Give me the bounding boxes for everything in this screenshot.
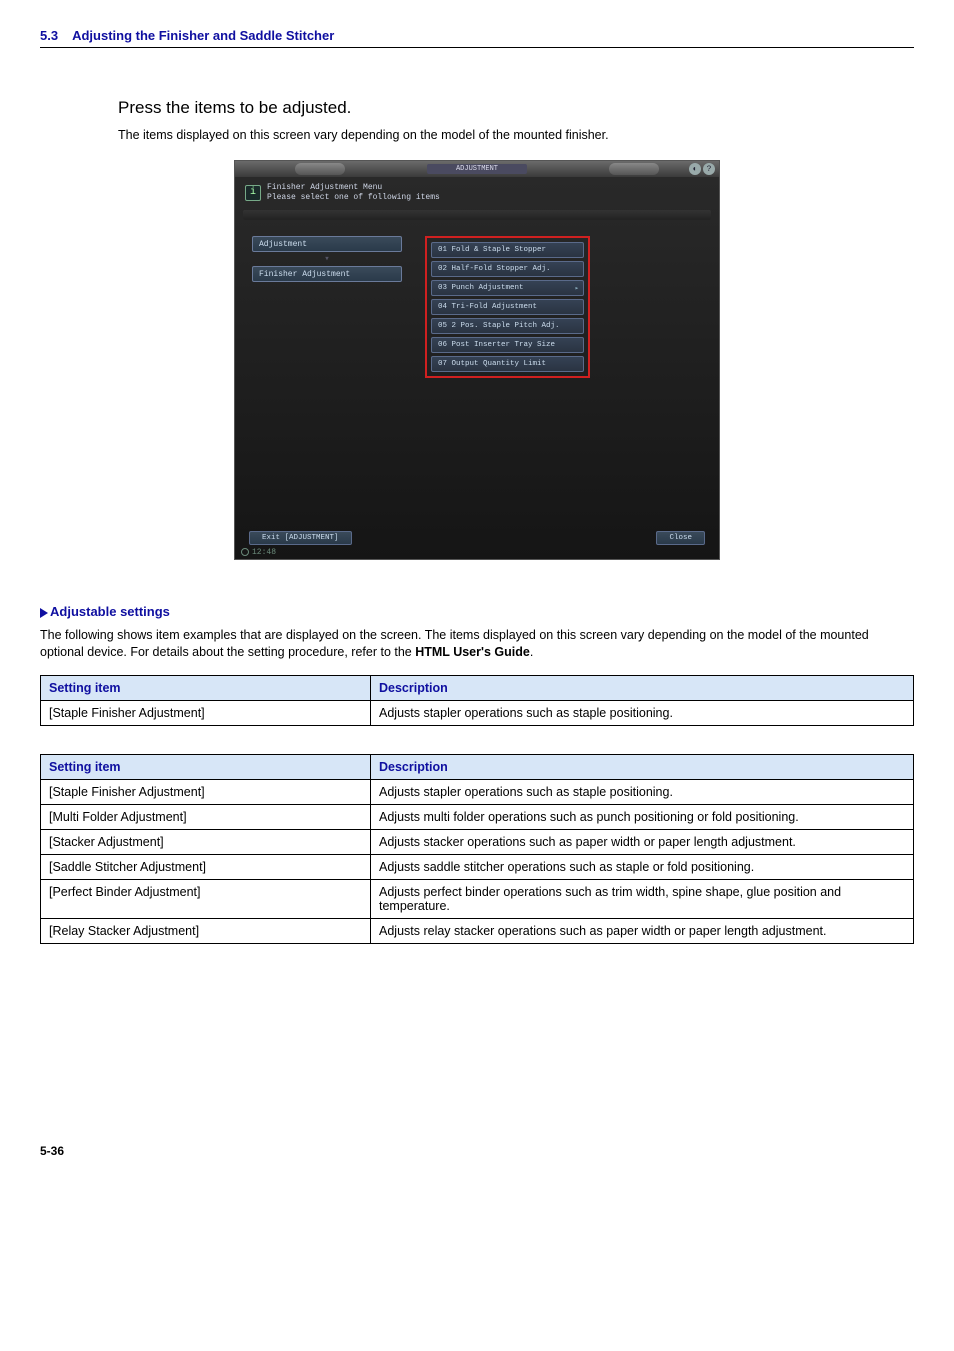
para-bold: HTML User's Guide [415,645,530,659]
ss-info-text: Finisher Adjustment Menu Please select o… [267,183,440,202]
menu-item-label: 02 Half-Fold Stopper Adj. [438,265,551,273]
menu-item-02[interactable]: 02 Half-Fold Stopper Adj. [431,261,584,277]
ss-clock: 12:48 [241,548,276,557]
close-button[interactable]: Close [656,531,705,545]
table-row: [Staple Finisher Adjustment] Adjusts sta… [41,779,914,804]
ss-titlebar: ADJUSTMENT ◐ ? [235,161,719,177]
cell-item: [Relay Stacker Adjustment] [41,918,371,943]
menu-item-04[interactable]: 04 Tri-Fold Adjustment [431,299,584,315]
nav-adjustment[interactable]: Adjustment [252,236,402,252]
cell-item: [Stacker Adjustment] [41,829,371,854]
ss-right-panel: 01 Fold & Staple Stopper 02 Half-Fold St… [425,236,707,378]
cell-item: [Saddle Stitcher Adjustment] [41,854,371,879]
cell-desc: Adjusts multi folder operations such as … [371,804,914,829]
ss-body: Adjustment ▾ Finisher Adjustment 01 Fold… [235,236,719,378]
table1-header-desc: Description [371,675,914,700]
ss-info-line1: Finisher Adjustment Menu [267,183,440,193]
ss-info-line2: Please select one of following items [267,193,440,203]
cell-desc: Adjusts saddle stitcher operations such … [371,854,914,879]
adjustable-settings-heading: Adjustable settings [40,604,914,619]
adjustable-settings-para: The following shows item examples that a… [40,627,914,661]
adjustment-screenshot: ADJUSTMENT ◐ ? i Finisher Adjustment Men… [234,160,720,560]
menu-item-label: 07 Output Quantity Limit [438,360,546,368]
table2-header-item: Setting item [41,754,371,779]
help-icon[interactable]: ? [703,163,715,175]
cell-desc: Adjusts perfect binder operations such a… [371,879,914,918]
page-header: 5.3 Adjusting the Finisher and Saddle St… [40,0,914,48]
cell-item: [Multi Folder Adjustment] [41,804,371,829]
para-text-2: . [530,645,533,659]
page-content: Press the items to be adjusted. The item… [40,48,914,1188]
table2-header-desc: Description [371,754,914,779]
ss-menu-highlight: 01 Fold & Staple Stopper 02 Half-Fold St… [425,236,590,378]
ss-titlebar-label: ADJUSTMENT [427,164,527,174]
chevron-down-icon: ▾ [324,256,329,262]
screenshot-container: ADJUSTMENT ◐ ? i Finisher Adjustment Men… [40,160,914,560]
table1-header-item: Setting item [41,675,371,700]
ss-titlebar-decor-right [609,163,659,175]
cell-item: [Staple Finisher Adjustment] [41,700,371,725]
menu-item-01[interactable]: 01 Fold & Staple Stopper [431,242,584,258]
ss-titlebar-decor-left [295,163,345,175]
menu-item-label: 06 Post Inserter Tray Size [438,341,555,349]
table-row: [Saddle Stitcher Adjustment] Adjusts sad… [41,854,914,879]
menu-item-label: 05 2 Pos. Staple Pitch Adj. [438,322,560,330]
menu-item-03[interactable]: 03 Punch Adjustment ▸ [431,280,584,296]
table-row: [Multi Folder Adjustment] Adjusts multi … [41,804,914,829]
clock-icon [241,548,249,556]
ss-footer: Exit [ADJUSTMENT] Close [235,531,719,545]
info-icon: i [245,185,261,201]
menu-item-06[interactable]: 06 Post Inserter Tray Size [431,337,584,353]
speaker-icon[interactable]: ◐ [689,163,701,175]
settings-table-2: Setting item Description [Staple Finishe… [40,754,914,944]
nav-finisher-adjustment[interactable]: Finisher Adjustment [252,266,402,282]
press-heading: Press the items to be adjusted. [118,98,914,118]
menu-item-07[interactable]: 07 Output Quantity Limit [431,356,584,372]
menu-item-label: 03 Punch Adjustment [438,284,524,292]
ss-help-icons: ◐ ? [689,163,715,175]
chevron-right-icon: ▸ [575,284,579,293]
cell-desc: Adjusts relay stacker operations such as… [371,918,914,943]
section-number: 5.3 [40,28,58,43]
exit-adjustment-button[interactable]: Exit [ADJUSTMENT] [249,531,352,545]
cell-item: [Perfect Binder Adjustment] [41,879,371,918]
adjustable-settings-label: Adjustable settings [50,604,170,619]
table-row: [Relay Stacker Adjustment] Adjusts relay… [41,918,914,943]
table-row: [Staple Finisher Adjustment] Adjusts sta… [41,700,914,725]
cell-item: [Staple Finisher Adjustment] [41,779,371,804]
menu-item-05[interactable]: 05 2 Pos. Staple Pitch Adj. [431,318,584,334]
table-row: [Perfect Binder Adjustment] Adjusts perf… [41,879,914,918]
ss-info-row: i Finisher Adjustment Menu Please select… [235,177,719,208]
cell-desc: Adjusts stacker operations such as paper… [371,829,914,854]
menu-item-label: 01 Fold & Staple Stopper [438,246,546,254]
settings-table-1: Setting item Description [Staple Finishe… [40,675,914,726]
cell-desc: Adjusts stapler operations such as stapl… [371,700,914,725]
ss-left-nav: Adjustment ▾ Finisher Adjustment [247,236,407,378]
menu-item-label: 04 Tri-Fold Adjustment [438,303,537,311]
ss-divider [243,210,711,220]
table-row: [Stacker Adjustment] Adjusts stacker ope… [41,829,914,854]
intro-note: The items displayed on this screen vary … [118,128,914,142]
section-title: Adjusting the Finisher and Saddle Stitch… [72,28,334,43]
clock-time: 12:48 [252,548,276,557]
cell-desc: Adjusts stapler operations such as stapl… [371,779,914,804]
arrow-right-icon [40,608,48,618]
page-number: 5-36 [40,1144,914,1188]
